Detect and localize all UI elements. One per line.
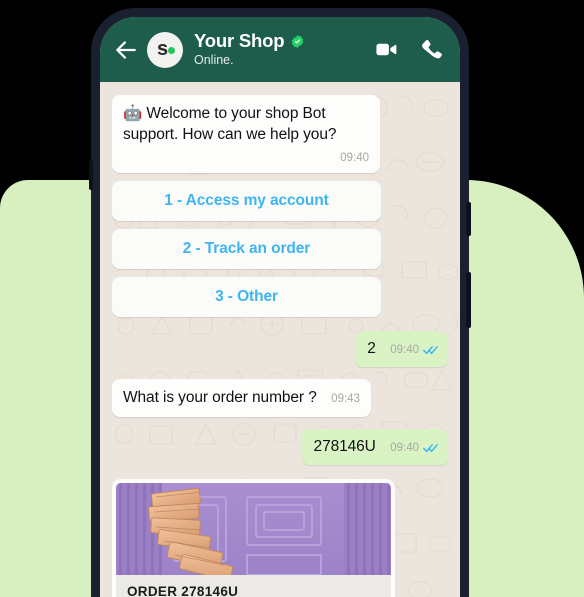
online-status-label: Online. (194, 52, 234, 67)
order-card-title: ORDER 278146U (127, 584, 239, 597)
option-button-3[interactable]: 3 - Other (112, 277, 381, 318)
user-order-bubble: 278146U 09:40 (301, 429, 448, 466)
timestamp: 09:40 (340, 152, 369, 165)
video-call-icon[interactable] (375, 38, 398, 61)
header-title-row: Your Shop (194, 31, 375, 51)
phone-mockup: s Your Shop Online. 🤖 Welcome to your sh… (91, 8, 469, 597)
avatar-letter: s (156, 38, 169, 60)
message-row-bot-question: What is your order number ? 09:43 (112, 378, 448, 418)
bot-welcome-bubble: 🤖 Welcome to your shop Bot support. How … (112, 95, 380, 174)
option-button-2[interactable]: 2 - Track an order (112, 229, 381, 270)
message-meta: 09:40 (390, 442, 438, 454)
bot-question-bubble: What is your order number ? 09:43 (112, 378, 371, 418)
voice-call-icon[interactable] (420, 38, 443, 61)
message-row-user-choice: 2 09:40 (112, 331, 448, 367)
shop-name: Your Shop (194, 30, 285, 52)
header-actions (375, 38, 443, 61)
message-meta: 09:40 (390, 344, 438, 356)
read-double-check-icon (423, 346, 438, 355)
message-list: 🤖 Welcome to your shop Bot support. How … (112, 95, 448, 597)
user-choice-bubble: 2 09:40 (355, 331, 448, 367)
back-arrow-icon[interactable] (113, 37, 139, 63)
phone-side-button-mute (89, 160, 93, 190)
read-double-check-icon (423, 444, 438, 453)
message-meta: 09:43 (331, 393, 360, 405)
user-order-text: 278146U (313, 438, 376, 456)
message-row-bot-welcome: 🤖 Welcome to your shop Bot support. How … (112, 95, 448, 174)
chat-message-area[interactable]: 🤖 Welcome to your shop Bot support. How … (100, 82, 460, 597)
phone-screen: s Your Shop Online. 🤖 Welcome to your sh… (100, 17, 460, 597)
user-choice-text: 2 (367, 340, 376, 358)
chat-header: s Your Shop Online. (100, 17, 460, 82)
phone-side-button-power (466, 272, 471, 328)
verified-badge-icon (292, 35, 304, 49)
bot-question-text: What is your order number ? (123, 388, 317, 406)
option-button-1[interactable]: 1 - Access my account (112, 181, 381, 222)
order-card-body: ORDER 278146U Follow you order on this p… (116, 575, 391, 597)
timestamp: 09:43 (331, 392, 360, 405)
bot-welcome-footer: 09:40 (123, 148, 369, 166)
message-row-user-order: 278146U 09:40 (112, 429, 448, 466)
order-tracking-card[interactable]: ORDER 278146U Follow you order on this p… (112, 479, 395, 597)
phone-side-button-volume-up (466, 202, 471, 236)
timestamp: 09:40 (390, 344, 419, 357)
parcels-at-door-photo (116, 483, 391, 576)
timestamp: 09:40 (390, 442, 419, 455)
header-text-block: Your Shop Online. (194, 31, 375, 67)
avatar[interactable]: s (147, 31, 183, 68)
option-label: 1 - Access my account (164, 192, 329, 210)
option-label: 3 - Other (215, 288, 278, 306)
robot-emoji: 🤖 (123, 105, 143, 122)
option-label: 2 - Track an order (182, 240, 311, 258)
avatar-status-dot (168, 46, 175, 54)
bot-welcome-text: 🤖 Welcome to your shop Bot support. How … (123, 105, 337, 143)
